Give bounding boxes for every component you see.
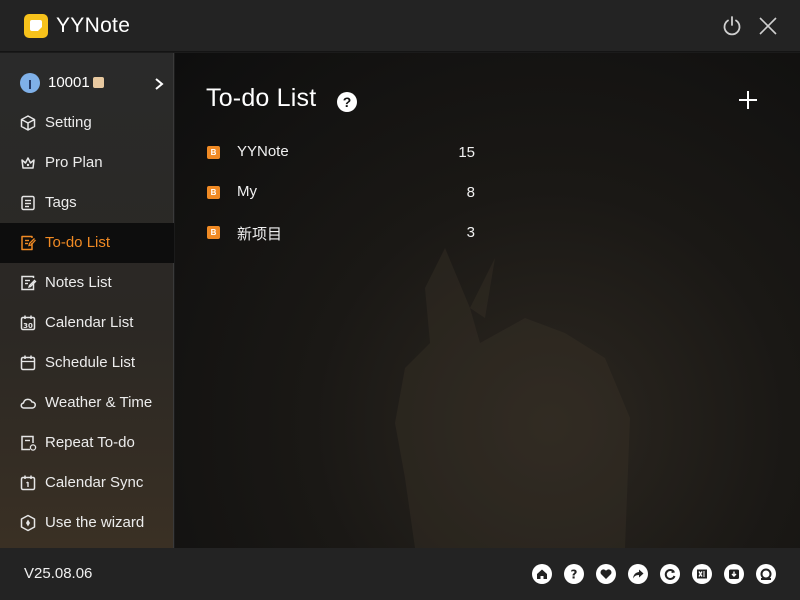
refresh-icon[interactable] bbox=[660, 564, 680, 584]
list-item[interactable]: B 新项目 3 bbox=[175, 213, 800, 253]
page-title: To-do List bbox=[206, 84, 317, 112]
sidebar-item-label: Calendar List bbox=[45, 314, 134, 331]
share-icon[interactable] bbox=[628, 564, 648, 584]
sidebar-item-todo-list[interactable]: To-do List bbox=[0, 223, 174, 263]
sidebar-item-calendar-sync[interactable]: Calendar Sync bbox=[0, 463, 174, 503]
list-count: 3 bbox=[466, 224, 475, 241]
list-item[interactable]: B YYNote 15 bbox=[175, 133, 800, 173]
calendar-30-icon: 30 bbox=[19, 314, 37, 332]
avatar-icon bbox=[20, 73, 40, 93]
footer-bar: V25.08.06 ? bbox=[0, 548, 800, 600]
sidebar-item-label: Repeat To-do bbox=[45, 434, 135, 451]
membership-badge-icon bbox=[93, 77, 104, 88]
version-label: V25.08.06 bbox=[24, 565, 93, 582]
background-deer-image bbox=[395, 248, 630, 548]
crown-icon bbox=[19, 154, 37, 172]
heart-icon[interactable] bbox=[596, 564, 616, 584]
plus-icon[interactable] bbox=[737, 89, 759, 111]
help-icon[interactable]: ? bbox=[564, 564, 584, 584]
list-count: 15 bbox=[458, 144, 475, 161]
repeat-doc-icon bbox=[19, 434, 37, 452]
sidebar: 10001 Setting Pro Plan Tags To-do List N… bbox=[0, 53, 174, 548]
sidebar-item-label: Use the wizard bbox=[45, 514, 145, 531]
list-count: 8 bbox=[466, 184, 475, 201]
svg-text:30: 30 bbox=[23, 322, 33, 330]
sidebar-item-label: Setting bbox=[45, 114, 92, 131]
list-badge-icon: B bbox=[207, 146, 220, 159]
sidebar-item-label: Pro Plan bbox=[45, 154, 103, 171]
sidebar-item-label: Tags bbox=[45, 194, 77, 211]
power-icon[interactable] bbox=[720, 14, 744, 38]
home-icon[interactable] bbox=[532, 564, 552, 584]
help-icon[interactable]: ? bbox=[337, 92, 357, 112]
sidebar-item-label: To-do List bbox=[45, 234, 111, 251]
sidebar-item-label: Notes List bbox=[45, 274, 112, 291]
tag-list-icon bbox=[19, 194, 37, 212]
chevron-right-icon bbox=[154, 77, 164, 90]
sidebar-item-notes-list[interactable]: Notes List bbox=[0, 263, 174, 303]
sidebar-item-setting[interactable]: Setting bbox=[0, 103, 174, 143]
schedule-calendar-icon bbox=[19, 354, 37, 372]
app-title: YYNote bbox=[56, 14, 131, 37]
download-icon[interactable] bbox=[724, 564, 744, 584]
sidebar-item-label: Weather & Time bbox=[45, 394, 153, 411]
cube-icon bbox=[19, 114, 37, 132]
list-name: 新项目 bbox=[237, 226, 283, 243]
notes-list-icon bbox=[19, 274, 37, 292]
sidebar-item-tags[interactable]: Tags bbox=[0, 183, 174, 223]
list-item[interactable]: B My 8 bbox=[175, 173, 800, 213]
user-id: 10001 bbox=[48, 74, 90, 91]
sidebar-item-calendar-list[interactable]: 30 Calendar List bbox=[0, 303, 174, 343]
sidebar-item-label: Schedule List bbox=[45, 354, 136, 371]
sidebar-item-weather-time[interactable]: Weather & Time bbox=[0, 383, 174, 423]
support-icon[interactable] bbox=[756, 564, 776, 584]
user-account-row[interactable]: 10001 bbox=[0, 63, 174, 103]
wizard-icon bbox=[19, 514, 37, 532]
sidebar-item-schedule-list[interactable]: Schedule List bbox=[0, 343, 174, 383]
excel-export-icon[interactable] bbox=[692, 564, 712, 584]
svg-text:?: ? bbox=[571, 568, 578, 582]
close-icon[interactable] bbox=[756, 14, 780, 38]
app-logo-icon bbox=[24, 14, 48, 38]
sidebar-item-use-wizard[interactable]: Use the wizard bbox=[0, 503, 174, 543]
list-badge-icon: B bbox=[207, 226, 220, 239]
list-name: My bbox=[237, 183, 257, 200]
sidebar-item-pro-plan[interactable]: Pro Plan bbox=[0, 143, 174, 183]
main-panel: To-do List ? B YYNote 15 B My 8 B 新项目 3 bbox=[175, 53, 800, 548]
calendar-sync-icon bbox=[19, 474, 37, 492]
title-bar: YYNote bbox=[0, 0, 800, 52]
sidebar-item-label: Calendar Sync bbox=[45, 474, 144, 491]
todo-list-icon bbox=[19, 234, 37, 252]
list-badge-icon: B bbox=[207, 186, 220, 199]
cloud-icon bbox=[19, 394, 37, 412]
list-name: YYNote bbox=[237, 143, 289, 160]
sidebar-item-repeat-todo[interactable]: Repeat To-do bbox=[0, 423, 174, 463]
